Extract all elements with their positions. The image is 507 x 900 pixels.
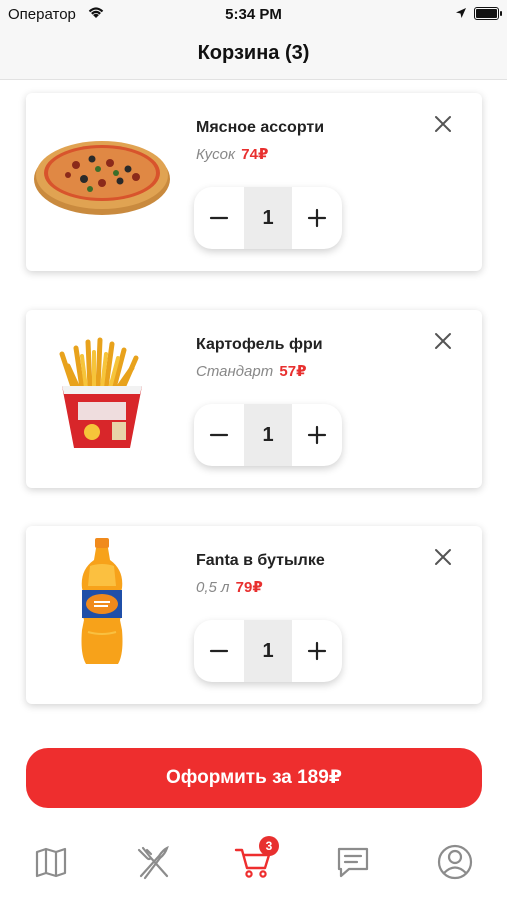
cart-badge: 3: [259, 836, 279, 856]
item-variant-price: Кусок 74₽: [196, 145, 268, 163]
plus-icon: [307, 641, 327, 661]
map-icon: [35, 847, 67, 878]
cart-item: Картофель фри Стандарт 57₽ 1: [26, 310, 482, 488]
french-fries-image: [32, 330, 172, 450]
remove-item-button[interactable]: [426, 107, 460, 141]
item-price: 57₽: [279, 363, 307, 380]
cart-item: Fanta в бутылке 0,5 л 79₽ 1: [26, 526, 482, 704]
checkout-button[interactable]: Оформить за 189₽: [26, 748, 482, 808]
item-variant: Стандарт: [196, 363, 274, 380]
tab-map[interactable]: [31, 842, 71, 882]
battery-icon: [474, 7, 502, 20]
status-bar: Оператор 5:34 PM: [0, 0, 507, 28]
increase-quantity-button[interactable]: [292, 620, 342, 682]
decrease-quantity-button[interactable]: [194, 620, 244, 682]
item-variant-price: Стандарт 57₽: [196, 362, 307, 380]
item-variant: 0,5 л: [196, 579, 230, 596]
minus-icon: [209, 216, 229, 220]
quantity-stepper: 1: [194, 187, 342, 249]
page-title: Корзина (3): [197, 42, 310, 64]
clock: 5:34 PM: [225, 6, 282, 23]
close-icon: [435, 116, 451, 132]
tab-menu[interactable]: [133, 842, 173, 882]
quantity-stepper: 1: [194, 404, 342, 466]
minus-icon: [209, 433, 229, 437]
fanta-bottle-image: [32, 538, 172, 666]
item-name: Мясное ассорти: [196, 119, 325, 136]
plus-icon: [307, 425, 327, 445]
increase-quantity-button[interactable]: [292, 187, 342, 249]
plus-icon: [307, 208, 327, 228]
item-price: 74₽: [241, 146, 269, 163]
item-name: Картофель фри: [196, 336, 323, 353]
tab-profile[interactable]: [435, 842, 475, 882]
pizza-image: [32, 113, 172, 233]
decrease-quantity-button[interactable]: [194, 404, 244, 466]
item-name: Fanta в бутылке: [196, 552, 325, 569]
nav-header: Корзина (3): [0, 28, 507, 80]
quantity-value: 1: [244, 620, 292, 682]
close-icon: [435, 549, 451, 565]
fork-knife-icon: [137, 845, 169, 880]
item-variant: Кусок: [196, 146, 236, 163]
increase-quantity-button[interactable]: [292, 404, 342, 466]
remove-item-button[interactable]: [426, 540, 460, 574]
chat-icon: [337, 847, 369, 878]
quantity-value: 1: [244, 187, 292, 249]
tab-cart[interactable]: 3: [233, 836, 279, 882]
item-variant-price: 0,5 л 79₽: [196, 578, 263, 596]
minus-icon: [209, 649, 229, 653]
cart-item: Мясное ассорти Кусок 74₽ 1: [26, 93, 482, 271]
quantity-stepper: 1: [194, 620, 342, 682]
tab-chat[interactable]: [333, 842, 373, 882]
quantity-value: 1: [244, 404, 292, 466]
location-arrow-icon: [455, 6, 467, 23]
tab-bar: 3: [0, 828, 507, 900]
close-icon: [435, 333, 451, 349]
profile-icon: [437, 844, 473, 880]
remove-item-button[interactable]: [426, 324, 460, 358]
item-price: 79₽: [235, 579, 263, 596]
decrease-quantity-button[interactable]: [194, 187, 244, 249]
